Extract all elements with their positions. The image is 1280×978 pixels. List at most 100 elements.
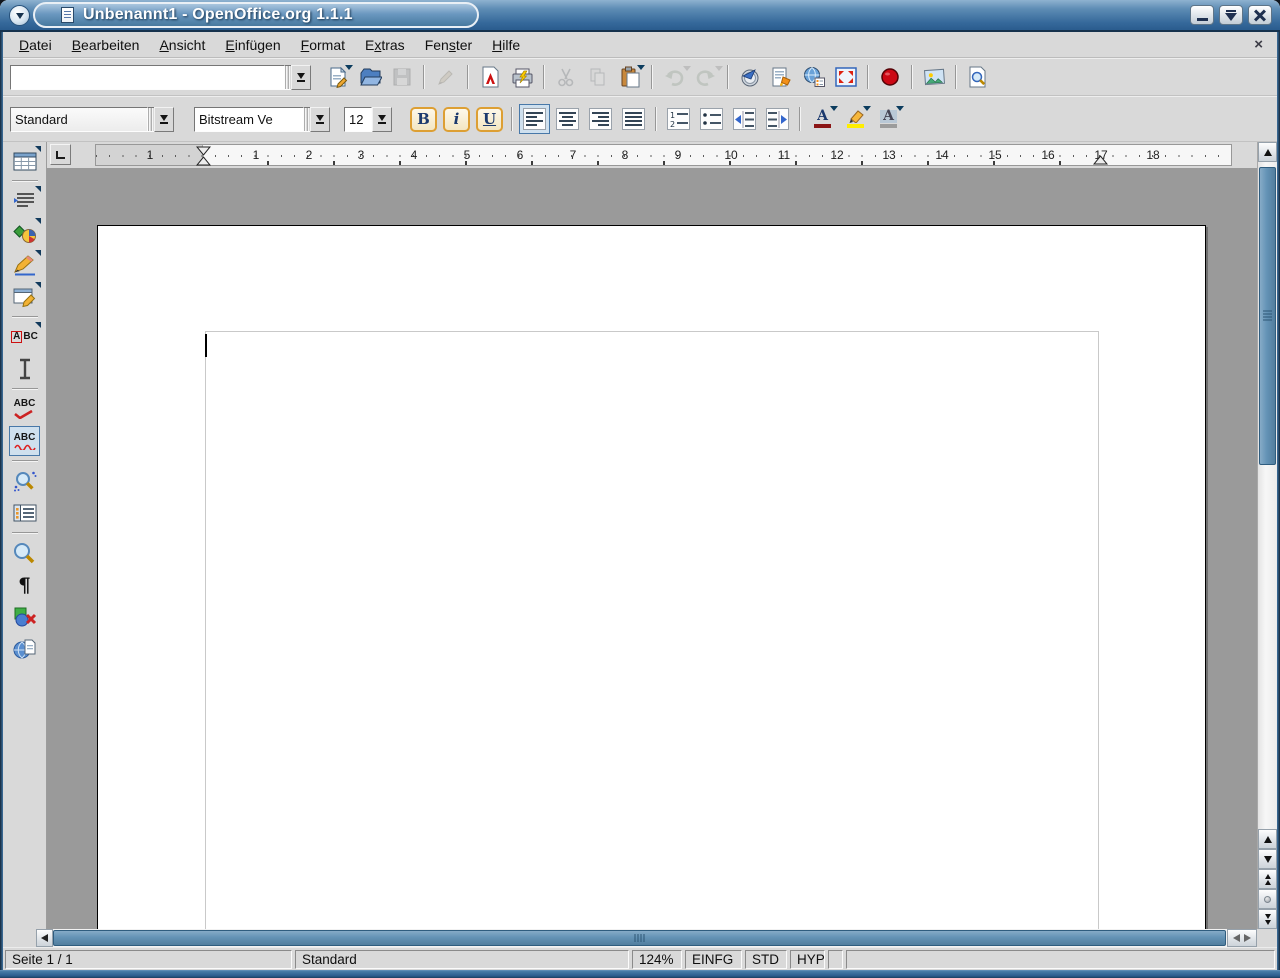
- font-size-value[interactable]: 12: [344, 107, 372, 132]
- scroll-up-button[interactable]: [1258, 142, 1277, 162]
- align-left-button[interactable]: [519, 104, 550, 134]
- previous-page-button[interactable]: [1258, 869, 1277, 889]
- open-button[interactable]: [355, 63, 385, 91]
- navigator-icon: [739, 66, 761, 88]
- font-size-dropdown-button[interactable]: [372, 107, 392, 132]
- gallery-button[interactable]: [919, 63, 949, 91]
- horizontal-scrollbar-thumb[interactable]: [53, 930, 1226, 946]
- status-insert-mode[interactable]: EINFG: [685, 950, 742, 969]
- graphics-onoff-button[interactable]: [9, 602, 40, 632]
- titlebar[interactable]: Unbenannt1 - OpenOffice.org 1.1.1: [0, 0, 1280, 32]
- vertical-scrollbar[interactable]: [1257, 142, 1277, 929]
- italic-button[interactable]: i: [441, 104, 472, 134]
- scroll-down-button[interactable]: [1258, 849, 1277, 869]
- align-right-button[interactable]: [585, 104, 616, 134]
- nonprinting-characters-button[interactable]: ¶: [9, 570, 40, 600]
- justify-button[interactable]: [618, 104, 649, 134]
- menu-format[interactable]: Format: [291, 34, 355, 56]
- zoom-fullscreen-button[interactable]: [831, 63, 861, 91]
- zoom-button[interactable]: [9, 538, 40, 568]
- menu-einfuegen[interactable]: Einfügen: [215, 34, 290, 56]
- auto-spellcheck-button[interactable]: ABC: [9, 426, 40, 456]
- copy-button[interactable]: [583, 63, 613, 91]
- minimize-button[interactable]: [1190, 5, 1214, 25]
- find-replace-button[interactable]: [9, 466, 40, 496]
- spellcheck-button[interactable]: ABC: [9, 394, 40, 424]
- record-macro-button[interactable]: [875, 63, 905, 91]
- vertical-scrollbar-track[interactable]: [1258, 162, 1277, 829]
- menu-datei[interactable]: Datei: [9, 34, 62, 56]
- load-url-input[interactable]: [10, 65, 285, 90]
- close-button[interactable]: [1248, 5, 1272, 25]
- insert-table-button[interactable]: [9, 146, 40, 176]
- horizontal-ruler[interactable]: 1 1 2 3 4 5 6 7 8 9 10 11 12 13 14 15 16: [95, 144, 1232, 166]
- increase-indent-button[interactable]: [762, 104, 793, 134]
- paragraph-style-dropdown-button[interactable]: [154, 107, 174, 132]
- navigator-button[interactable]: [735, 63, 765, 91]
- hyperlink-button[interactable]: [799, 63, 829, 91]
- font-name-dropdown-button[interactable]: [310, 107, 330, 132]
- document-page[interactable]: [97, 225, 1206, 929]
- maximize-button[interactable]: [1219, 5, 1243, 25]
- background-color-button[interactable]: A: [873, 104, 904, 134]
- text-boundary[interactable]: [205, 331, 1099, 929]
- navigation-button[interactable]: [1258, 889, 1277, 909]
- search-button[interactable]: [963, 63, 993, 91]
- undo-button[interactable]: [659, 63, 689, 91]
- menu-extras[interactable]: Extras: [355, 34, 415, 56]
- paste-button[interactable]: [615, 63, 645, 91]
- scroll-up-button-bottom[interactable]: [1258, 829, 1277, 849]
- edit-file-button[interactable]: [431, 63, 461, 91]
- decrease-indent-button[interactable]: [729, 104, 760, 134]
- numbered-list-button[interactable]: 12: [663, 104, 694, 134]
- form-functions-icon: [13, 287, 37, 308]
- edit-autotext-button[interactable]: ABC: [9, 322, 40, 352]
- new-document-button[interactable]: [323, 63, 353, 91]
- menu-bearbeiten[interactable]: Bearbeiten: [62, 34, 150, 56]
- font-color-button[interactable]: A: [807, 104, 838, 134]
- horizontal-scrollbar-track[interactable]: [53, 929, 1227, 947]
- indent-markers[interactable]: [196, 146, 211, 166]
- insert-object-button[interactable]: [9, 218, 40, 248]
- stylist-button[interactable]: [767, 63, 797, 91]
- status-modified[interactable]: [828, 950, 843, 969]
- cut-button[interactable]: [551, 63, 581, 91]
- bold-button[interactable]: B: [408, 104, 439, 134]
- data-sources-button[interactable]: [9, 498, 40, 528]
- scroll-left-button[interactable]: [36, 929, 53, 947]
- menu-hilfe[interactable]: Hilfe: [482, 34, 530, 56]
- next-page-button[interactable]: [1258, 909, 1277, 929]
- save-button[interactable]: [387, 63, 417, 91]
- document-view[interactable]: [47, 168, 1257, 929]
- paragraph-style-value[interactable]: Standard: [10, 107, 148, 132]
- load-url-dropdown-button[interactable]: [291, 65, 311, 90]
- status-page-style[interactable]: Standard: [295, 950, 629, 969]
- right-indent-marker[interactable]: [1093, 155, 1108, 165]
- menu-ansicht[interactable]: Ansicht: [149, 34, 215, 56]
- export-pdf-button[interactable]: [475, 63, 505, 91]
- highlighting-button[interactable]: [840, 104, 871, 134]
- scroll-left-right-buttons[interactable]: [1227, 929, 1257, 947]
- window-menu-button[interactable]: [9, 5, 30, 26]
- draw-functions-button[interactable]: [9, 250, 40, 280]
- bullet-list-button[interactable]: [696, 104, 727, 134]
- close-document-button[interactable]: ×: [1246, 36, 1271, 53]
- underline-button[interactable]: U: [474, 104, 505, 134]
- menu-fenster[interactable]: Fenster: [415, 34, 482, 56]
- status-zoom[interactable]: 124%: [632, 950, 682, 969]
- status-hyperlink-mode[interactable]: HYP: [790, 950, 825, 969]
- insert-fields-button[interactable]: [9, 186, 40, 216]
- status-selection-mode[interactable]: STD: [745, 950, 787, 969]
- print-button[interactable]: [507, 63, 537, 91]
- direct-cursor-button[interactable]: [9, 354, 40, 384]
- status-page[interactable]: Seite 1 / 1: [5, 950, 292, 969]
- tab-type-selector[interactable]: [50, 144, 71, 165]
- align-center-button[interactable]: [552, 104, 583, 134]
- vertical-scrollbar-thumb[interactable]: [1259, 167, 1276, 465]
- online-layout-button[interactable]: [9, 634, 40, 664]
- form-functions-button[interactable]: [9, 282, 40, 312]
- horizontal-scrollbar[interactable]: [3, 929, 1277, 947]
- font-name-value[interactable]: Bitstream Ve: [194, 107, 304, 132]
- redo-button[interactable]: [691, 63, 721, 91]
- increase-indent-icon: [766, 108, 789, 130]
